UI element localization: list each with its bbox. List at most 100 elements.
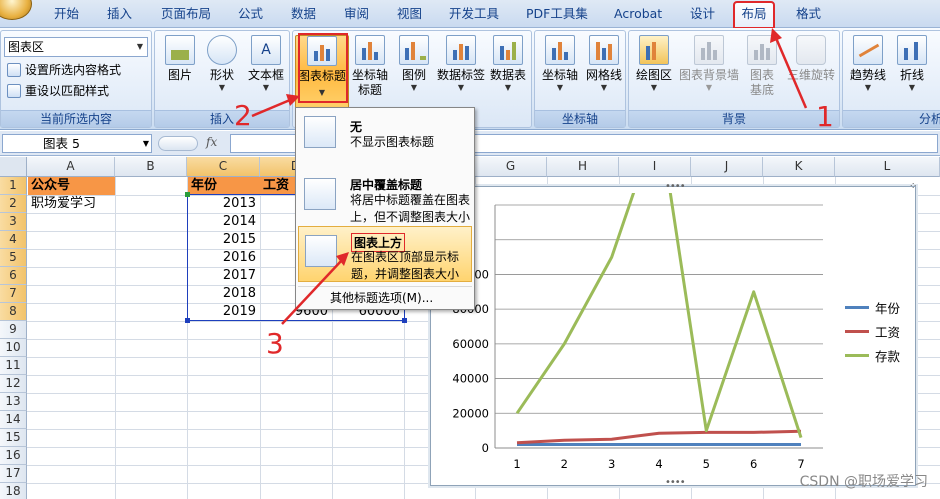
- plot-area-button[interactable]: 绘图区 ▼: [631, 35, 677, 111]
- cell-a1[interactable]: 公众号: [28, 177, 115, 195]
- row-header-2[interactable]: 2: [0, 195, 27, 213]
- chevron-down-icon: ▼: [136, 42, 144, 51]
- more-title-options[interactable]: 其他标题选项(M)...: [298, 286, 472, 308]
- data-table-label: 数据表: [489, 68, 526, 82]
- tab-formulas[interactable]: 公式: [234, 5, 267, 25]
- tab-review[interactable]: 审阅: [340, 5, 373, 25]
- chart-wall-icon: [694, 35, 724, 65]
- plot-area-label: 绘图区: [635, 68, 672, 82]
- office-button[interactable]: [0, 0, 32, 20]
- cell-a2[interactable]: 职场爱学习: [31, 195, 115, 213]
- name-box-value: 图表 5: [43, 136, 80, 151]
- row-header-17[interactable]: 17: [0, 465, 27, 483]
- chevron-down-icon: ▼: [650, 83, 658, 92]
- fx-icon[interactable]: fx: [206, 135, 217, 149]
- row-header-12[interactable]: 12: [0, 375, 27, 393]
- chart-title-dropdown: 无 不显示图表标题 居中覆盖标题 将居中标题覆盖在图表上，但不调整图表大小 图表…: [295, 107, 475, 310]
- tab-pdf-tools[interactable]: PDF工具集: [522, 5, 592, 25]
- tab-developer[interactable]: 开发工具: [445, 5, 503, 25]
- tab-design[interactable]: 设计: [686, 5, 719, 25]
- row-header-11[interactable]: 11: [0, 357, 27, 375]
- column-header-l[interactable]: L: [835, 157, 940, 177]
- centered-overlay-title-icon: [304, 178, 336, 210]
- tab-data[interactable]: 数据: [287, 5, 320, 25]
- range-handle[interactable]: [402, 318, 407, 323]
- legend-button[interactable]: 图例 ▼: [391, 35, 437, 111]
- reset-style-icon: [7, 84, 21, 98]
- row-header-8[interactable]: 8: [0, 303, 27, 321]
- tab-format[interactable]: 格式: [792, 5, 825, 25]
- tab-layout[interactable]: 布局: [733, 1, 775, 29]
- series-line-salary: [516, 429, 802, 445]
- name-box[interactable]: 图表 5 ▼: [2, 134, 152, 153]
- row-header-18[interactable]: 18: [0, 483, 27, 499]
- select-all-corner[interactable]: [0, 157, 27, 177]
- reset-style-button[interactable]: 重设以匹配样式: [7, 82, 109, 100]
- column-header-k[interactable]: K: [763, 157, 835, 177]
- column-header-c[interactable]: C: [187, 157, 260, 177]
- gridlines-button[interactable]: 网格线 ▼: [581, 35, 627, 111]
- x-tick-label: 5: [703, 457, 710, 471]
- axis-titles-label-2: 标题: [357, 83, 382, 97]
- dropdown-item-desc: 将居中标题覆盖在图表上，但不调整图表大小: [350, 193, 471, 224]
- row-header-5[interactable]: 5: [0, 249, 27, 267]
- tab-view[interactable]: 视图: [393, 5, 426, 25]
- row-header-3[interactable]: 3: [0, 213, 27, 231]
- chevron-down-icon: ▼: [908, 83, 916, 92]
- column-header-b[interactable]: B: [115, 157, 187, 177]
- format-selection-button[interactable]: 设置所选内容格式: [7, 61, 121, 79]
- row-header-10[interactable]: 10: [0, 339, 27, 357]
- column-header-j[interactable]: J: [691, 157, 763, 177]
- axes-button[interactable]: 坐标轴 ▼: [537, 35, 583, 111]
- row-header-15[interactable]: 15: [0, 429, 27, 447]
- legend-item-salary[interactable]: 工资: [845, 325, 900, 341]
- row-header-7[interactable]: 7: [0, 285, 27, 303]
- row-header-6[interactable]: 6: [0, 267, 27, 285]
- group-current-selection: 图表区 ▼ 设置所选内容格式 重设以匹配样式 当前所选内容: [0, 30, 152, 128]
- x-tick-label: 7: [797, 457, 804, 471]
- row-header-9[interactable]: 9: [0, 321, 27, 339]
- 3d-rotation-icon: [796, 35, 826, 65]
- row-header-14[interactable]: 14: [0, 411, 27, 429]
- row-header-4[interactable]: 4: [0, 231, 27, 249]
- row-header-1[interactable]: 1: [0, 177, 27, 195]
- formula-bar-toggle[interactable]: [158, 136, 198, 151]
- chevron-down-icon: ▼: [457, 83, 465, 92]
- column-header-a[interactable]: A: [27, 157, 115, 177]
- axes-label: 坐标轴: [541, 68, 578, 82]
- dropdown-item-centered-overlay[interactable]: 居中覆盖标题 将居中标题覆盖在图表上，但不调整图表大小: [298, 170, 472, 226]
- column-header-h[interactable]: H: [547, 157, 619, 177]
- line-chart[interactable]: 0200004000060000800001000001234567 年份 工资…: [430, 181, 917, 488]
- chart-element-selector[interactable]: 图表区 ▼: [4, 37, 148, 57]
- axis-titles-button[interactable]: 坐标轴 标题: [347, 35, 393, 111]
- lines-button[interactable]: 折线 ▼: [889, 35, 935, 111]
- legend-item-savings[interactable]: 存款: [845, 349, 900, 365]
- column-header-i[interactable]: I: [619, 157, 691, 177]
- row-header-13[interactable]: 13: [0, 393, 27, 411]
- cell-c1[interactable]: 年份: [188, 177, 260, 195]
- dropdown-item-desc: 在图表区顶部显示标题，并调整图表大小: [351, 250, 460, 281]
- column-header-g[interactable]: G: [475, 157, 547, 177]
- picture-button[interactable]: 图片: [157, 35, 203, 111]
- range-handle[interactable]: [185, 318, 190, 323]
- group-label-insert: 插入: [155, 110, 289, 127]
- tab-home[interactable]: 开始: [50, 5, 83, 25]
- row-header-16[interactable]: 16: [0, 447, 27, 465]
- legend-item-year[interactable]: 年份: [845, 301, 900, 317]
- gridlines-icon: [589, 35, 619, 65]
- range-handle[interactable]: [185, 192, 190, 197]
- data-table-button[interactable]: 数据表 ▼: [485, 35, 531, 111]
- dropdown-item-title: 无: [350, 120, 363, 134]
- trendline-button[interactable]: 趋势线 ▼: [845, 35, 891, 111]
- legend-label: 图例: [401, 68, 426, 82]
- data-labels-button[interactable]: 数据标签 ▼: [435, 35, 487, 111]
- resize-handle-top[interactable]: ••••: [665, 181, 686, 192]
- resize-handle-corner[interactable]: ⁘: [909, 181, 917, 192]
- tab-page-layout[interactable]: 页面布局: [157, 5, 215, 25]
- dropdown-item-none[interactable]: 无 不显示图表标题: [298, 112, 472, 154]
- resize-handle-bottom[interactable]: ••••: [665, 477, 686, 488]
- tab-acrobat[interactable]: Acrobat: [610, 5, 666, 25]
- tab-insert[interactable]: 插入: [103, 5, 136, 25]
- dropdown-item-above-chart[interactable]: 图表上方 在图表区顶部显示标题，并调整图表大小: [298, 226, 472, 282]
- y-tick-label: 40000: [452, 372, 489, 386]
